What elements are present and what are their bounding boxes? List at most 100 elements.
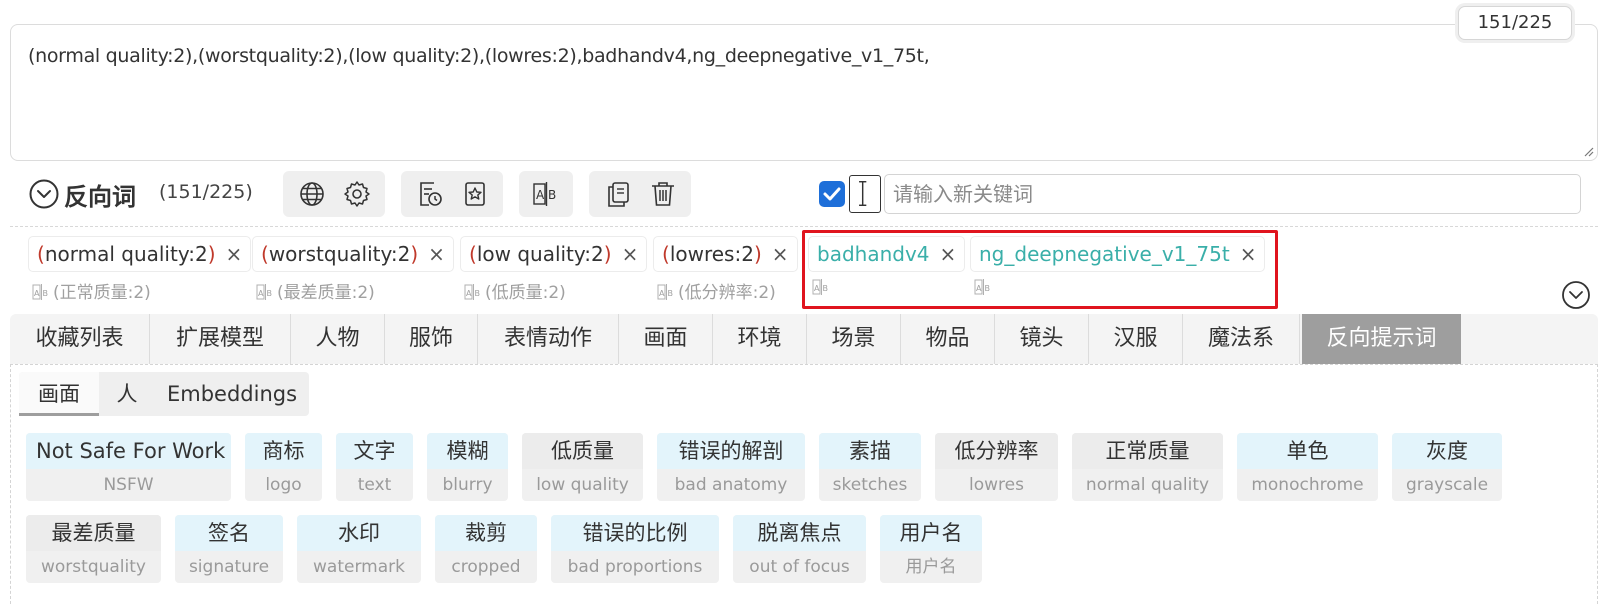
tab-magic[interactable]: 魔法系 [1183,314,1300,364]
keyword-translation: blurry [442,475,493,495]
keyword-chip[interactable]: 灰度 grayscale [1392,433,1502,501]
tag-pill[interactable]: (worstquality:2) × [252,236,454,272]
tag-paren-open: ( [37,242,45,266]
keyword-chip[interactable]: 低质量 low quality [522,433,643,501]
tag-pill[interactable]: (lowres:2) × [653,236,798,272]
copy-button[interactable] [600,176,636,212]
tag-paren-close: ) [410,242,419,266]
keyword-chip[interactable]: 文字 text [336,433,413,501]
keyword-chip[interactable]: 水印 watermark [297,515,421,583]
keyword-translation: grayscale [1405,475,1489,495]
svg-text:A: A [258,289,264,298]
keyword-chip[interactable]: 错误的解剖 bad anatomy [657,433,805,501]
subtab-embeddings[interactable]: Embeddings [155,372,309,416]
tab-expression-action[interactable]: 表情动作 [478,314,619,364]
tag-paren-open: ( [469,242,477,266]
keyword-label: 商标 [245,433,322,469]
keyword-chip[interactable]: 低分辨率 lowres [935,433,1058,501]
chevron-down-circle-icon[interactable] [1561,280,1591,310]
keyword-label: 脱离焦点 [733,515,866,551]
tab-items[interactable]: 物品 [901,314,995,364]
keyword-label: 裁剪 [435,515,537,551]
keyword-chip[interactable]: 最差质量 worstquality [26,515,161,583]
tab-camera[interactable]: 镜头 [995,314,1089,364]
negative-prompt-textarea[interactable]: (normal quality:2),(worstquality:2),(low… [10,24,1598,161]
subtab-image[interactable]: 画面 [19,372,99,416]
keyword-chip[interactable]: 正常质量 normal quality [1072,433,1223,501]
tag-paren-open: ( [261,242,269,266]
keyword-chip[interactable]: 错误的比例 bad proportions [551,515,719,583]
new-keyword-input[interactable] [884,174,1581,214]
keyword-label: 签名 [175,515,283,551]
keyword-chip[interactable]: 脱离焦点 out of focus [733,515,866,583]
tag-remove-icon[interactable]: × [226,242,243,266]
keyword-label: Not Safe For Work [26,433,231,469]
chevron-down-circle-icon[interactable] [28,178,60,210]
svg-text:B: B [43,289,49,298]
keyword-chip[interactable]: 素描 sketches [819,433,921,501]
tab-negative-prompts[interactable]: 反向提示词 [1302,314,1461,364]
tab-clothing[interactable]: 服饰 [385,314,478,364]
tab-extension-models[interactable]: 扩展模型 [150,314,291,364]
keyword-translation: bad proportions [567,557,703,577]
tag-translation: A B (低质量:2) [464,278,566,303]
tab-favorites[interactable]: 收藏列表 [10,314,150,364]
section-title: 反向词 [64,183,136,211]
tag-remove-icon[interactable]: × [772,242,789,266]
keyword-chip[interactable]: 签名 signature [175,515,283,583]
keyword-chip[interactable]: 用户名 用户名 [880,515,982,583]
trash-icon [651,182,674,206]
keyword-translation: signature [188,557,270,577]
keyword-translation: text [357,475,392,495]
toolbar-divider [10,226,1598,227]
copy-icon [607,182,629,207]
settings-button[interactable] [339,176,375,212]
keyword-translation: 用户名 [905,557,957,577]
keyword-label: 灰度 [1392,433,1502,469]
sub-tabs: 画面 人 Embeddings [19,372,309,416]
tab-hanfu[interactable]: 汉服 [1089,314,1183,364]
token-counter: 151/225 [1458,6,1572,40]
keyword-translation: bad anatomy [674,475,788,495]
delete-button[interactable] [645,176,681,212]
tab-setting[interactable]: 场景 [807,314,901,364]
history-button[interactable] [412,176,448,212]
tag-pill[interactable]: (low quality:2) × [460,236,648,272]
tab-scene-quality[interactable]: 画面 [619,314,713,364]
translate-ab-icon[interactable]: AB [32,283,50,301]
keyword-translation: normal quality [1085,475,1210,495]
keyword-chip[interactable]: Not Safe For Work NSFW [26,433,231,501]
prompt-text[interactable]: (normal quality:2),(worstquality:2),(low… [28,45,1577,67]
resize-grip-icon[interactable] [1582,145,1594,157]
keyword-chip[interactable]: 单色 monochrome [1237,433,1378,501]
translate-ab-icon[interactable]: AB [256,283,274,301]
keyword-chip[interactable]: 商标 logo [245,433,322,501]
tag-remove-icon[interactable]: × [622,242,639,266]
auto-translate-checkbox[interactable] [819,181,845,207]
tag-pill[interactable]: (normal quality:2) × [28,236,252,272]
svg-text:A: A [466,289,472,298]
keyword-translation: NSFW [103,475,154,495]
keyword-label: 正常质量 [1072,433,1223,469]
keyword-chip[interactable]: 裁剪 cropped [435,515,537,583]
tool-group-translate: A B [519,171,573,217]
keyword-panel: 画面 人 Embeddings Not Safe For Work NSFW 商标… [10,364,1598,604]
subtab-person[interactable]: 人 [99,372,155,416]
tag-translation-text: (低质量:2) [485,283,566,303]
keyword-label: 最差质量 [26,515,161,551]
tag-paren-close: ) [207,242,216,266]
tag-text: worstquality:2 [268,242,411,266]
translate-ab-icon[interactable]: AB [657,283,675,301]
tag-remove-icon[interactable]: × [428,242,445,266]
translate-ab-icon[interactable]: AB [464,283,482,301]
tab-environment[interactable]: 环境 [713,314,807,364]
keyword-chip[interactable]: 模糊 blurry [427,433,508,501]
tool-group-lang [283,171,385,217]
tag-text: normal quality:2 [44,242,208,266]
translate-all-button[interactable]: A B [528,176,564,212]
tag-paren-close: ) [603,242,612,266]
globe-button[interactable] [294,176,330,212]
tab-characters[interactable]: 人物 [291,314,385,364]
tool-group-history [401,171,503,217]
favorite-button[interactable] [457,176,493,212]
